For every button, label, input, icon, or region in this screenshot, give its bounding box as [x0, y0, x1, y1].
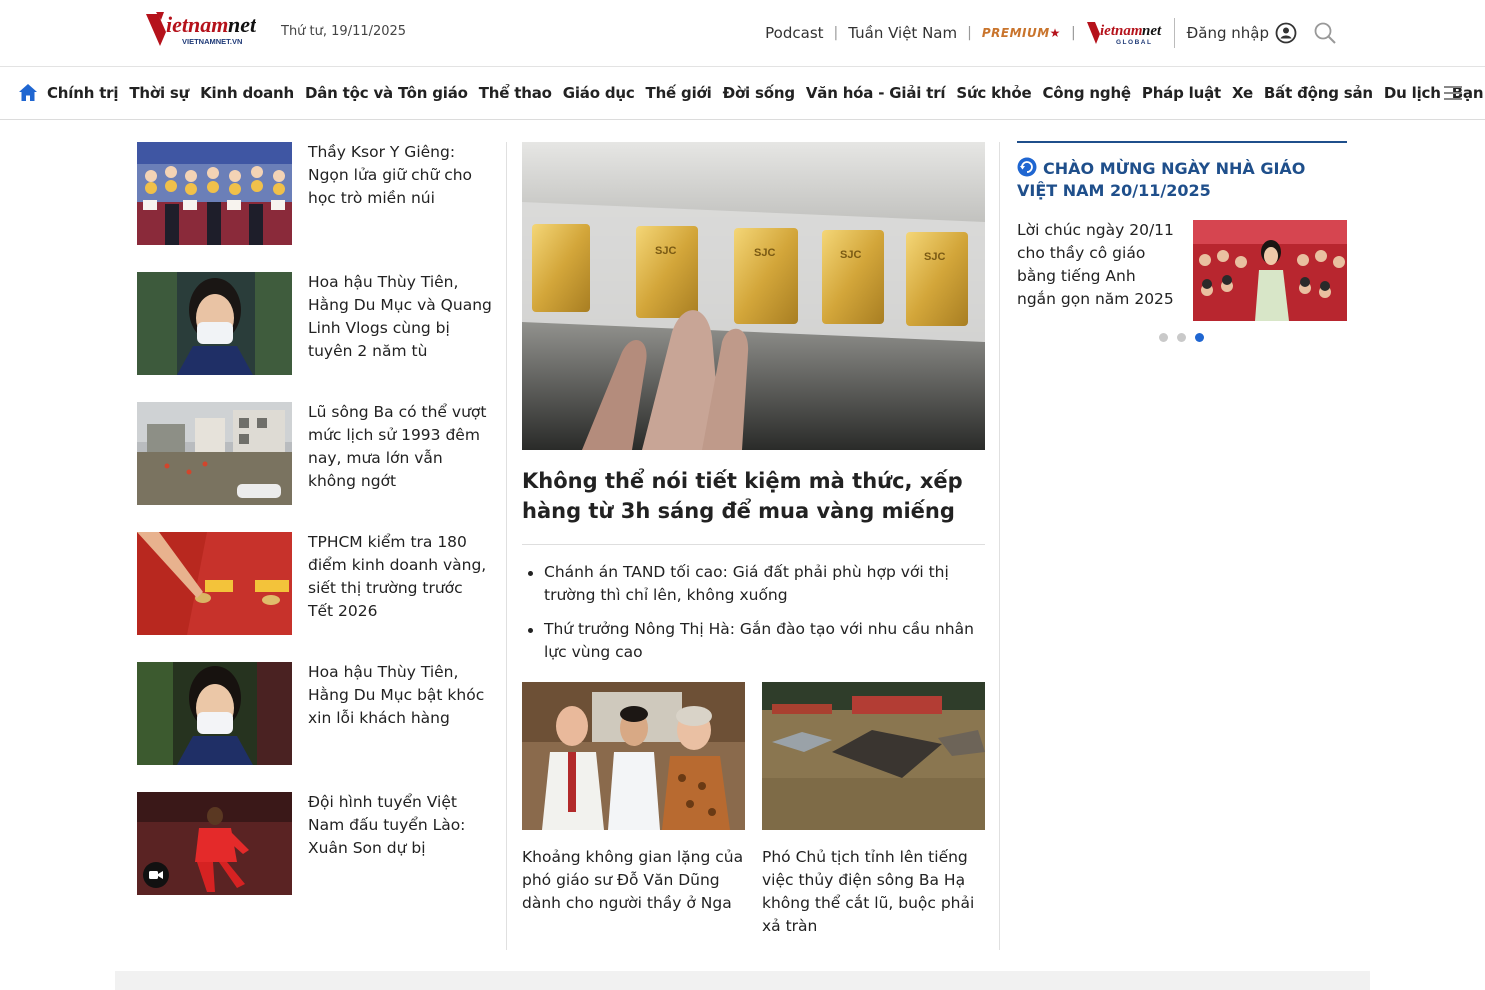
- column-divider: [506, 142, 507, 950]
- vertical-divider: [1173, 18, 1175, 48]
- column-divider: [999, 142, 1000, 950]
- svg-text:net: net: [228, 12, 256, 37]
- separator: |: [1070, 25, 1076, 41]
- nav-item-thoi-su[interactable]: Thời sự: [129, 84, 189, 102]
- sub-article-card[interactable]: Phó Chủ tịch tỉnh lên tiếng việc thủy đi…: [762, 682, 985, 938]
- article-title[interactable]: Đội hình tuyển Việt Nam đấu tuyển Lào: X…: [308, 791, 492, 860]
- gold-bar-label: SJC: [924, 251, 945, 263]
- article-title[interactable]: Hoa hậu Thùy Tiên, Hằng Du Mục và Quang …: [308, 271, 492, 363]
- sub-article-card[interactable]: Khoảng không gian lặng của phó giáo sư Đ…: [522, 682, 745, 915]
- list-item[interactable]: Đội hình tuyển Việt Nam đấu tuyển Lào: X…: [137, 792, 492, 895]
- teachers-award-photo[interactable]: [137, 142, 292, 245]
- global-logo-subtext: GLOBAL: [1116, 39, 1152, 46]
- list-item[interactable]: Lũ sông Ba có thể vượt mức lịch sử 1993 …: [137, 402, 492, 505]
- top-header: ietnam net VIETNAMNET.VN Thứ tư, 19/11/2…: [0, 0, 1485, 67]
- related-link[interactable]: Thứ trưởng Nông Thị Hà: Gắn đào tạo với …: [522, 618, 985, 664]
- podcast-link[interactable]: Podcast: [765, 24, 823, 42]
- current-date: Thứ tư, 19/11/2025: [281, 24, 407, 39]
- sub-article-title[interactable]: Phó Chủ tịch tỉnh lên tiếng việc thủy đi…: [762, 846, 985, 938]
- gold-bar-label: SJC: [655, 245, 676, 257]
- article-title[interactable]: Lũ sông Ba có thể vượt mức lịch sử 1993 …: [308, 401, 492, 493]
- global-logo[interactable]: ietnam net GLOBAL: [1086, 18, 1162, 48]
- article-title[interactable]: Thầy Ksor Y Giêng: Ngọn lửa giữ chữ cho …: [308, 141, 492, 210]
- slider-dot[interactable]: [1177, 333, 1186, 342]
- search-icon[interactable]: [1313, 21, 1337, 45]
- flood-street-photo[interactable]: [137, 402, 292, 505]
- video-icon: [143, 862, 169, 888]
- login-link[interactable]: Đăng nhập: [1187, 24, 1269, 42]
- sub-article-title[interactable]: Khoảng không gian lặng của phó giáo sư Đ…: [522, 846, 745, 915]
- nav-item-van-hoa-giai-tri[interactable]: Văn hóa - Giải trí: [806, 84, 946, 102]
- hamburger-menu-icon[interactable]: [1443, 83, 1463, 103]
- separator: |: [833, 25, 839, 41]
- section-footer-band: [115, 971, 1370, 990]
- list-item[interactable]: TPHCM kiểm tra 180 điểm kinh doanh vàng,…: [137, 532, 492, 635]
- students-celebration-photo[interactable]: [1193, 220, 1347, 321]
- nav-item-phap-luat[interactable]: Pháp luật: [1142, 84, 1221, 102]
- logo-subtext: VIETNAMNET.VN: [182, 37, 242, 46]
- nav-item-doi-song[interactable]: Đời sống: [723, 84, 795, 102]
- svg-text:ietnam: ietnam: [1100, 23, 1143, 39]
- nav-item-suc-khoe[interactable]: Sức khỏe: [956, 84, 1031, 102]
- nav-item-kinh-doanh[interactable]: Kinh doanh: [200, 84, 294, 102]
- featured-article-title[interactable]: Lời chúc ngày 20/11 cho thầy cô giáo bằn…: [1017, 219, 1177, 311]
- nav-item-xe[interactable]: Xe: [1232, 84, 1253, 102]
- slider-dots: [1159, 333, 1213, 342]
- nav-item-dan-toc-ton-giao[interactable]: Dân tộc và Tôn giáo: [305, 84, 468, 102]
- list-item[interactable]: Thầy Ksor Y Giêng: Ngọn lửa giữ chữ cho …: [137, 142, 492, 245]
- football-player-photo[interactable]: [137, 792, 292, 895]
- gold-coin-red-photo[interactable]: [137, 532, 292, 635]
- nav-item-giao-duc[interactable]: Giáo dục: [563, 84, 635, 102]
- section-heading[interactable]: CHÀO MỪNG NGÀY NHÀ GIÁO VIỆT NAM 20/11/2…: [1017, 157, 1347, 202]
- divider: [522, 544, 985, 545]
- nav-item-the-thao[interactable]: Thể thao: [479, 84, 552, 102]
- three-people-photo[interactable]: [522, 682, 745, 830]
- user-icon[interactable]: [1275, 22, 1297, 44]
- gold-bar-label: SJC: [754, 247, 775, 259]
- nav-item-bat-dong-san[interactable]: Bất động sản: [1264, 84, 1373, 102]
- section-heading-text: CHÀO MỪNG NGÀY NHÀ GIÁO VIỆT NAM 20/11/2…: [1017, 159, 1306, 200]
- gold-bar-label: SJC: [840, 249, 861, 261]
- court-woman-mask-photo[interactable]: [137, 272, 292, 375]
- star-icon: ★: [1049, 26, 1061, 40]
- list-item[interactable]: Hoa hậu Thùy Tiên, Hằng Du Mục và Quang …: [137, 272, 492, 375]
- separator: |: [967, 25, 972, 41]
- list-item[interactable]: Hoa hậu Thùy Tiên, Hằng Du Mục bật khóc …: [137, 662, 492, 765]
- rotate-icon: [1017, 157, 1037, 177]
- section-top-line: [1017, 141, 1347, 143]
- flooded-roofs-photo[interactable]: [762, 682, 985, 830]
- tuan-viet-nam-link[interactable]: Tuần Việt Nam: [848, 24, 957, 42]
- nav-item-cong-nghe[interactable]: Công nghệ: [1042, 84, 1131, 102]
- svg-text:ietnam: ietnam: [166, 12, 228, 37]
- slider-dot[interactable]: [1159, 333, 1168, 342]
- nav-item-du-lich[interactable]: Du lịch: [1384, 84, 1441, 102]
- nav-item-the-gioi[interactable]: Thế giới: [646, 84, 712, 102]
- site-logo[interactable]: ietnam net VIETNAMNET.VN: [144, 8, 257, 50]
- nav-item-chinh-tri[interactable]: Chính trị: [47, 84, 119, 102]
- premium-link[interactable]: PREMIUM★: [982, 26, 1061, 40]
- top-links: Podcast | Tuần Việt Nam | PREMIUM★ | iet…: [765, 18, 1337, 48]
- slider-dot-active[interactable]: [1195, 333, 1204, 342]
- hero-article-title[interactable]: Không thể nói tiết kiệm mà thức, xếp hàn…: [522, 466, 985, 526]
- related-link[interactable]: Chánh án TAND tối cao: Giá đất phải phù …: [522, 561, 985, 607]
- article-title[interactable]: TPHCM kiểm tra 180 điểm kinh doanh vàng,…: [308, 531, 492, 623]
- court-woman-mask-photo-2[interactable]: [137, 662, 292, 765]
- svg-text:net: net: [1142, 23, 1162, 39]
- premium-label: PREMIUM: [981, 26, 1050, 40]
- article-title[interactable]: Hoa hậu Thùy Tiên, Hằng Du Mục bật khóc …: [308, 661, 492, 730]
- main-nav: Chính trị Thời sự Kinh doanh Dân tộc và …: [0, 67, 1485, 120]
- hero-image-gold-bars[interactable]: SJC SJC SJC SJC: [522, 142, 985, 450]
- home-icon[interactable]: [17, 82, 39, 104]
- related-links: Chánh án TAND tối cao: Giá đất phải phù …: [522, 561, 985, 675]
